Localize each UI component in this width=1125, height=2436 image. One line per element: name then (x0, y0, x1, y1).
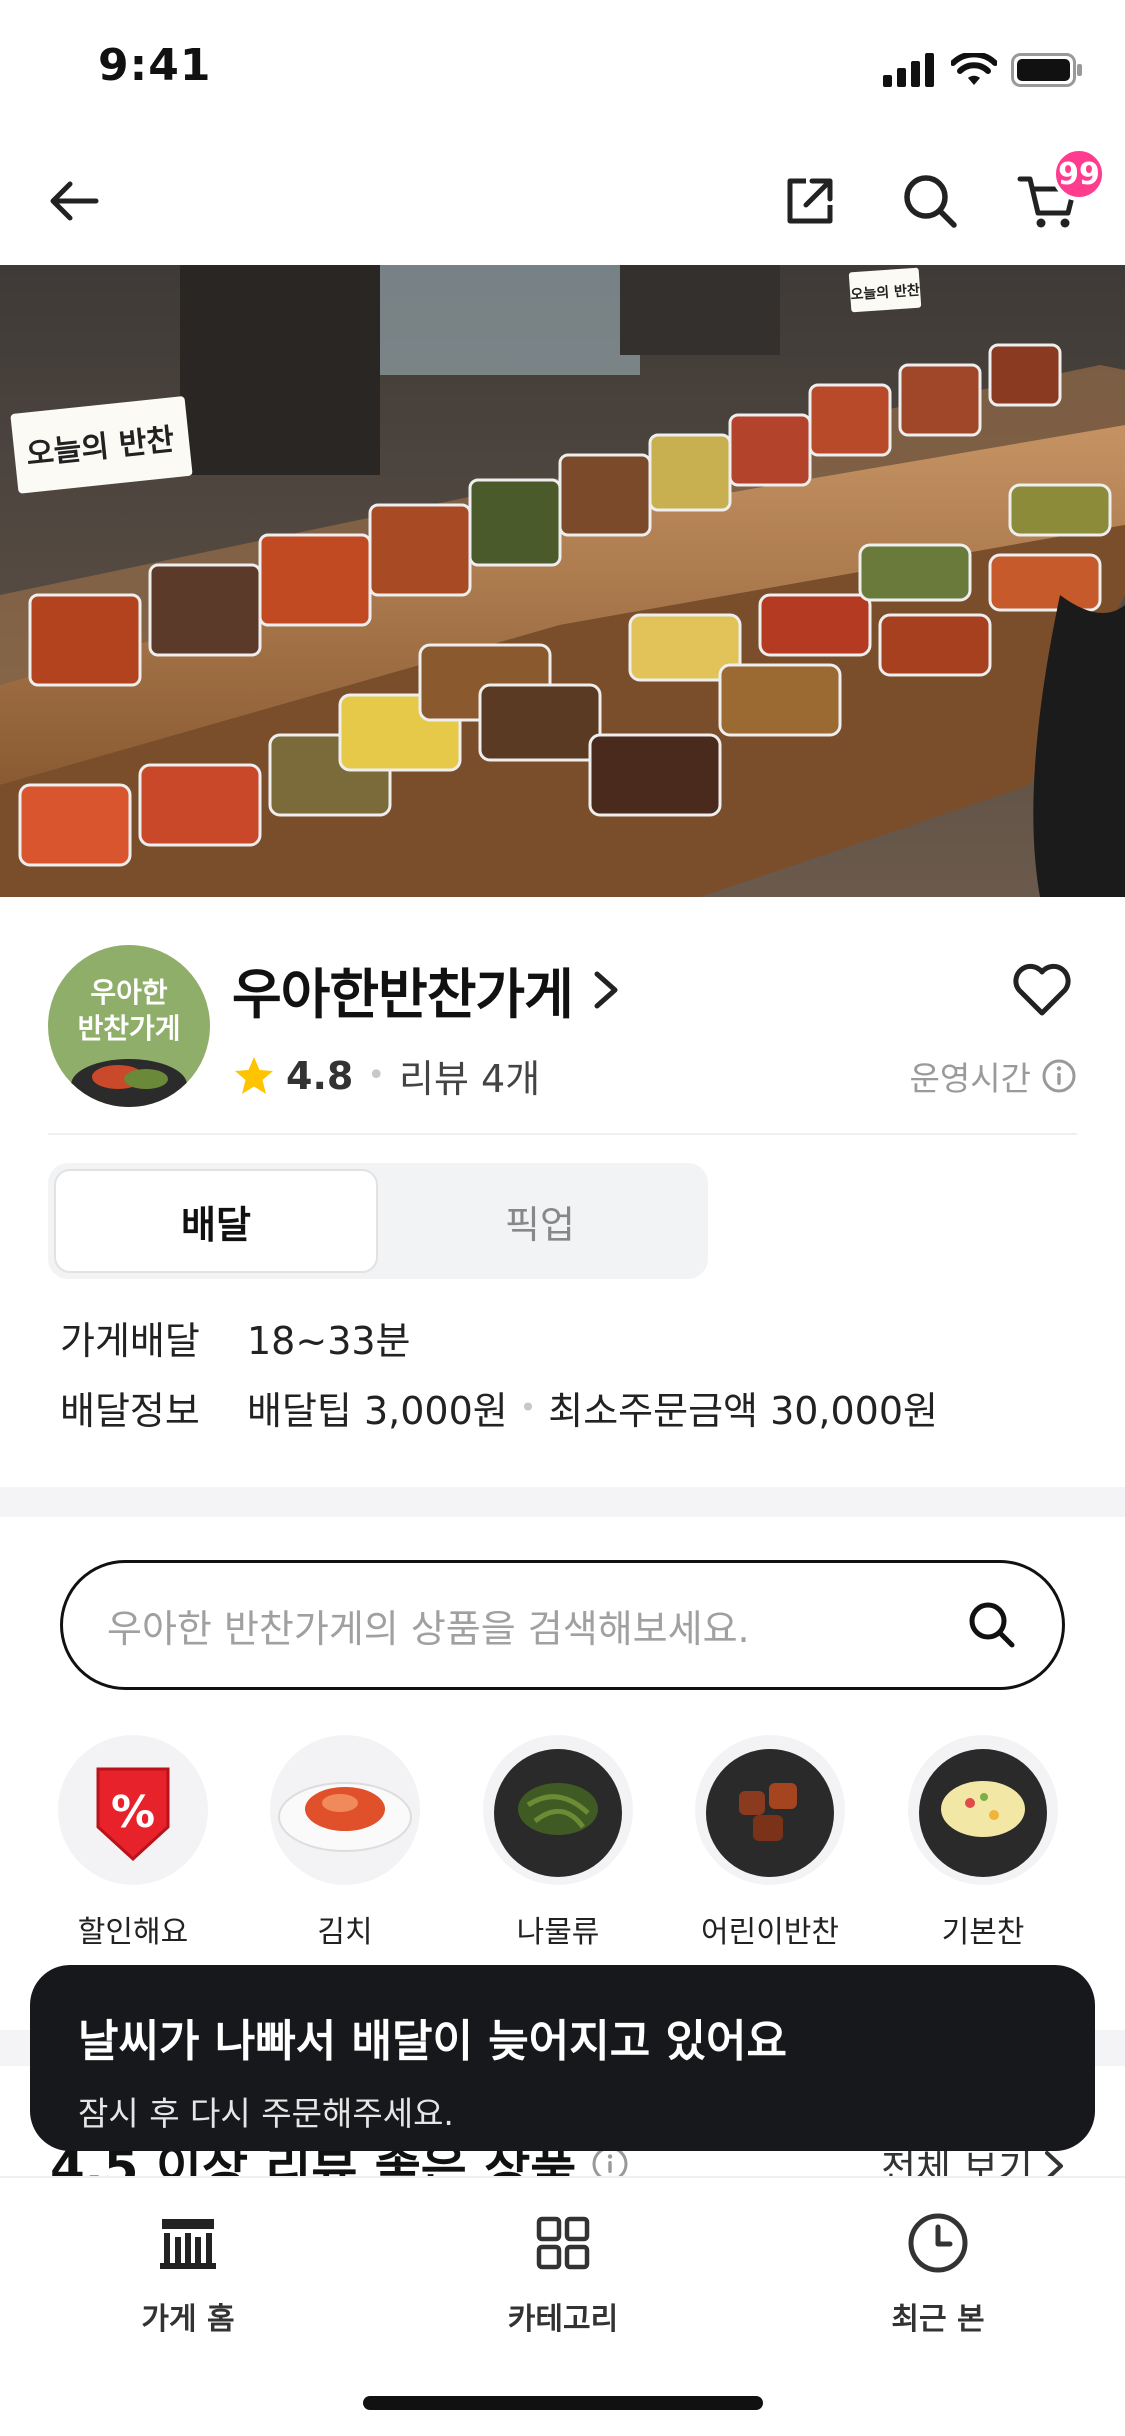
kimchi-icon (270, 1735, 420, 1885)
tab-store-home[interactable]: 가게 홈 (63, 2208, 313, 2338)
signal-icon (883, 53, 934, 87)
toast-subtitle: 잠시 후 다시 주문해주세요. (78, 2094, 454, 2133)
svg-text:%: % (111, 1787, 155, 1838)
tab-label: 카테고리 (507, 2302, 619, 2337)
delivery-info-label: 배달정보 (60, 1389, 200, 1433)
min-order-amount: 최소주문금액 30,000원 (548, 1389, 938, 1433)
header-divider (48, 1133, 1077, 1135)
rating-value: 4.8 (286, 1053, 354, 1098)
category-label: 김치 (317, 1915, 373, 1950)
operating-hours-button[interactable]: 운영시간 (910, 1052, 1077, 1100)
store-name-link[interactable]: 우아한반찬가게 (232, 950, 621, 1029)
store-delivery-time: 18~33분 (247, 1319, 411, 1363)
store-logo-line1: 우아한 (90, 976, 168, 1009)
star-icon (235, 1056, 273, 1094)
info-icon (1042, 1059, 1076, 1093)
delivery-pickup-toggle: 배달 픽업 (48, 1163, 708, 1279)
category-kimchi[interactable]: 김치 (270, 1735, 420, 1951)
search-icon (904, 175, 957, 228)
namul-icon (483, 1735, 633, 1885)
bottom-tab-bar: 가게 홈 카테고리 최근 본 (0, 2176, 1125, 2436)
logo-food-image (71, 1059, 187, 1107)
toggle-delivery[interactable]: 배달 (54, 1169, 378, 1273)
chevron-right-icon (594, 971, 618, 1008)
section-divider (0, 1487, 1125, 1517)
category-basic-dish[interactable]: 기본찬 (908, 1735, 1058, 1951)
share-button[interactable] (774, 165, 846, 237)
status-bar: 9:41 (0, 0, 1125, 135)
toggle-pickup[interactable]: 픽업 (378, 1169, 702, 1273)
store-icon (160, 2219, 216, 2269)
delivery-info-row: 배달정보 배달팁 3,000원 • 최소주문금액 30,000원 (60, 1380, 938, 1435)
search-button[interactable] (894, 165, 966, 237)
store-logo-text: 우아한 반찬가게 (48, 975, 210, 1047)
discount-icon: % (58, 1735, 208, 1885)
status-icons (883, 50, 1083, 90)
status-time: 9:41 (98, 40, 212, 91)
category-kids-dish[interactable]: 어린이반찬 (695, 1735, 845, 1951)
category-label: 나물류 (516, 1915, 600, 1950)
category-label: 할인해요 (77, 1915, 189, 1950)
tab-label: 가게 홈 (141, 2302, 235, 2337)
tab-category[interactable]: 카테고리 (438, 2208, 688, 2338)
info-separator: • (519, 1391, 537, 1424)
wifi-icon (951, 53, 997, 85)
category-label: 기본찬 (941, 1915, 1025, 1950)
store-hero-image: 오늘의 반찬 오늘의 반찬 (0, 265, 1125, 897)
share-icon (787, 178, 833, 224)
search-icon[interactable] (966, 1599, 1018, 1651)
tab-recently-viewed[interactable]: 최근 본 (813, 2208, 1063, 2338)
delay-toast: 날씨가 나빠서 배달이 늦어지고 있어요 잠시 후 다시 주문해주세요. (30, 1965, 1095, 2151)
store-logo-line2: 반찬가게 (77, 1012, 181, 1045)
nav-bar: 99 (0, 135, 1125, 265)
rating-separator: • (367, 1058, 386, 1093)
back-button[interactable] (38, 165, 110, 237)
home-indicator (363, 2396, 763, 2410)
review-count: 리뷰 4개 (399, 1057, 541, 1101)
category-discount[interactable]: % 할인해요 (58, 1735, 208, 1951)
tab-label: 최근 본 (891, 2302, 985, 2337)
category-namul[interactable]: 나물류 (483, 1735, 633, 1951)
favorite-button[interactable] (1007, 954, 1077, 1024)
grid-icon (536, 2216, 590, 2270)
clock-icon (908, 2213, 968, 2273)
toast-title: 날씨가 나빠서 배달이 늦어지고 있어요 (78, 2016, 787, 2067)
banchan-counter-illustration: 오늘의 반찬 오늘의 반찬 (0, 265, 1125, 897)
basic-dish-icon (908, 1735, 1058, 1885)
store-logo: 우아한 반찬가게 (48, 945, 210, 1107)
cart-button[interactable]: 99 (1012, 147, 1106, 237)
store-name: 우아한반찬가게 (232, 963, 574, 1026)
rating-row[interactable]: 4.8 • 리뷰 4개 (232, 1048, 540, 1103)
category-label: 어린이반찬 (701, 1915, 839, 1950)
cart-count-badge: 99 (1052, 147, 1106, 201)
heart-icon (1013, 963, 1071, 1016)
operating-hours-label: 운영시간 (909, 1059, 1031, 1098)
store-delivery-row: 가게배달 18~33분 (60, 1310, 411, 1365)
store-delivery-label: 가게배달 (60, 1319, 200, 1363)
delivery-tip: 배달팁 3,000원 (247, 1389, 508, 1433)
hero-sign-right: 오늘의 반찬 (848, 267, 922, 313)
back-arrow-icon (50, 181, 99, 221)
battery-icon (1011, 53, 1082, 87)
kids-dish-icon (695, 1735, 845, 1885)
store-search-input[interactable]: 우아한 반찬가게의 상품을 검색해보세요. (60, 1560, 1065, 1690)
search-placeholder: 우아한 반찬가게의 상품을 검색해보세요. (107, 1606, 750, 1651)
